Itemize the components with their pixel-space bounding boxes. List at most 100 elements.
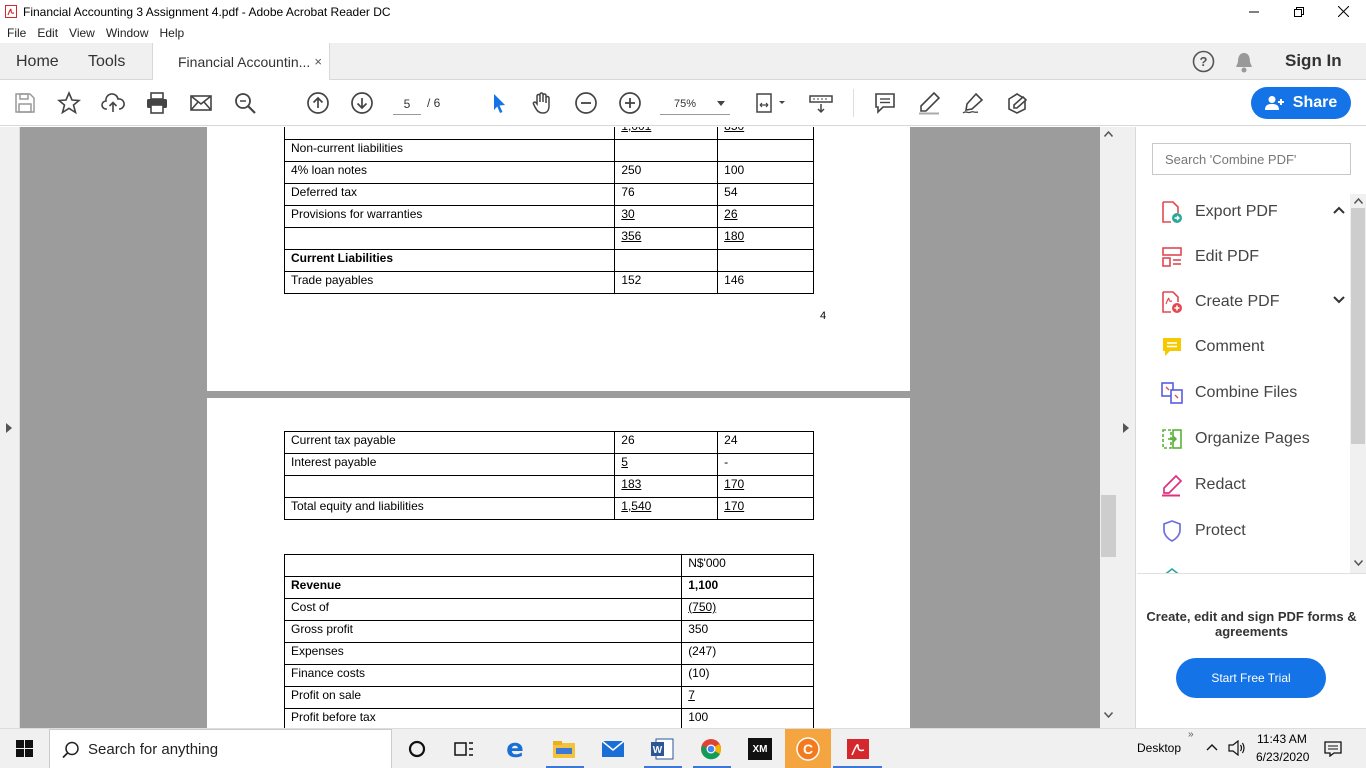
navigation-pane-toggle[interactable]: [0, 127, 20, 728]
zoom-level-dropdown[interactable]: 75%: [660, 93, 730, 115]
table-cell: 356: [614, 227, 719, 250]
edge-browser-icon[interactable]: e: [500, 734, 530, 764]
liabilities-table: 1,001850Non-current liabilities4% loan n…: [283, 127, 814, 294]
tool-edit-pdf[interactable]: Edit PDF: [1160, 242, 1259, 272]
table-row: Trade payables 152 146: [283, 271, 814, 294]
table-row: Finance costs (10): [283, 664, 814, 687]
scroll-down-icon[interactable]: [1354, 560, 1363, 566]
next-page-icon[interactable]: [350, 91, 374, 115]
page-number-input[interactable]: 5: [393, 93, 421, 115]
save-icon[interactable]: [13, 91, 37, 115]
table-cell: 1,001: [614, 127, 719, 140]
tool-redact[interactable]: Redact: [1160, 470, 1246, 500]
tools-search-input[interactable]: Search 'Combine PDF': [1152, 143, 1351, 175]
show-hidden-icons-chevron-up-icon[interactable]: [1206, 743, 1218, 751]
tool-organize-pages[interactable]: Organize Pages: [1160, 424, 1310, 454]
upload-cloud-icon[interactable]: [101, 91, 125, 115]
menu-edit[interactable]: Edit: [37, 26, 58, 40]
windows-start-icon[interactable]: [16, 740, 33, 757]
chevron-down-icon: [717, 101, 725, 106]
volume-icon[interactable]: [1228, 740, 1246, 756]
tools-panel-scrollbar[interactable]: [1350, 194, 1366, 574]
tool-label: Redact: [1195, 476, 1246, 493]
share-button[interactable]: Share: [1251, 87, 1351, 119]
file-explorer-icon[interactable]: [549, 735, 579, 763]
previous-page-icon[interactable]: [306, 91, 330, 115]
action-center-icon[interactable]: [1324, 741, 1342, 757]
highlight-pen-icon[interactable]: [917, 91, 941, 115]
tool-comment[interactable]: Comment: [1160, 332, 1264, 362]
start-free-trial-button[interactable]: Start Free Trial: [1176, 658, 1326, 698]
tool-combine-files[interactable]: Combine Files: [1160, 378, 1297, 408]
scroll-down-icon[interactable]: [1104, 712, 1113, 718]
tool-protect[interactable]: Protect: [1160, 516, 1246, 546]
toolbar-expand-icon[interactable]: »: [1188, 729, 1194, 740]
scroll-up-icon[interactable]: [1354, 198, 1363, 204]
document-view[interactable]: 1,001850Non-current liabilities4% loan n…: [20, 127, 1100, 728]
close-window-button[interactable]: [1321, 0, 1366, 23]
tool-label: Comment: [1195, 338, 1265, 355]
minimize-button[interactable]: [1231, 0, 1276, 23]
tab-bar: Home Tools Financial Accountin... × ? Si…: [0, 43, 1366, 81]
hand-tool-icon[interactable]: [530, 91, 554, 115]
menu-window[interactable]: Window: [106, 26, 149, 40]
table-cell: (10): [681, 664, 814, 687]
word-icon[interactable]: W: [647, 735, 677, 763]
menu-view[interactable]: View: [69, 26, 95, 40]
tool-create-pdf[interactable]: Create PDF: [1160, 287, 1345, 317]
sign-pen-icon[interactable]: [961, 91, 985, 115]
table-cell: Deferred tax: [283, 183, 616, 206]
windows-taskbar: Search for anything e W XM C Desktop » 1…: [0, 728, 1366, 768]
table-cell: Interest payable: [283, 453, 616, 476]
scroll-up-icon[interactable]: [1104, 131, 1113, 137]
select-cursor-icon[interactable]: [487, 91, 511, 115]
chevron-up-icon[interactable]: [1333, 206, 1345, 214]
coccoc-icon: C: [796, 737, 820, 761]
zoom-in-icon[interactable]: [618, 91, 642, 115]
restore-button[interactable]: [1276, 0, 1321, 23]
clock-date[interactable]: 6/23/2020: [1256, 750, 1309, 764]
desktop-toolbar-label[interactable]: Desktop: [1137, 741, 1181, 755]
table-cell: 170: [717, 475, 814, 498]
right-pane-toggle[interactable]: [1117, 127, 1136, 728]
scrollbar-thumb[interactable]: [1101, 495, 1116, 557]
document-scrollbar[interactable]: [1100, 127, 1117, 728]
taskbar-search-box[interactable]: Search for anything: [49, 729, 392, 768]
menu-file[interactable]: File: [7, 26, 26, 40]
table-cell: [717, 249, 814, 272]
clock-time[interactable]: 11:43 AM: [1257, 732, 1307, 746]
table-row: Profit before tax 100: [283, 708, 814, 728]
table-cell: Provisions for warranties: [283, 205, 616, 228]
task-view-icon[interactable]: [449, 735, 479, 763]
menu-help[interactable]: Help: [160, 26, 185, 40]
scrolling-mode-icon[interactable]: [808, 91, 834, 115]
chevron-down-icon[interactable]: [1333, 296, 1345, 304]
cortana-icon[interactable]: [402, 735, 432, 763]
tab-home[interactable]: Home: [16, 43, 59, 80]
table-cell: [283, 554, 683, 577]
bookmark-star-icon[interactable]: [57, 91, 81, 115]
notifications-bell-icon[interactable]: [1234, 51, 1254, 73]
mail-icon[interactable]: [598, 735, 628, 763]
tool-export-pdf[interactable]: Export PDF: [1160, 197, 1345, 227]
page-fit-icon[interactable]: [754, 91, 788, 115]
coccoc-app-tile[interactable]: C: [785, 729, 831, 768]
share-label: Share: [1292, 94, 1338, 111]
acrobat-taskbar-icon[interactable]: [843, 735, 873, 763]
print-icon[interactable]: [145, 91, 169, 115]
email-icon[interactable]: [189, 91, 213, 115]
fill-sign-icon[interactable]: [1005, 91, 1029, 115]
comment-note-icon[interactable]: [873, 91, 897, 115]
zoom-out-icon[interactable]: [574, 91, 598, 115]
xm-app-icon[interactable]: XM: [745, 735, 775, 763]
table-row: 1,001850: [283, 127, 814, 140]
tab-document[interactable]: Financial Accountin... ×: [152, 43, 330, 81]
scrollbar-thumb[interactable]: [1351, 208, 1365, 444]
table-cell: 26: [614, 431, 719, 454]
chrome-icon[interactable]: [696, 735, 726, 763]
sign-in-link[interactable]: Sign In: [1285, 51, 1342, 71]
help-icon[interactable]: ?: [1192, 50, 1215, 73]
tab-tools[interactable]: Tools: [88, 43, 125, 80]
close-tab-icon[interactable]: ×: [314, 54, 322, 69]
search-zoom-icon[interactable]: [233, 91, 257, 115]
